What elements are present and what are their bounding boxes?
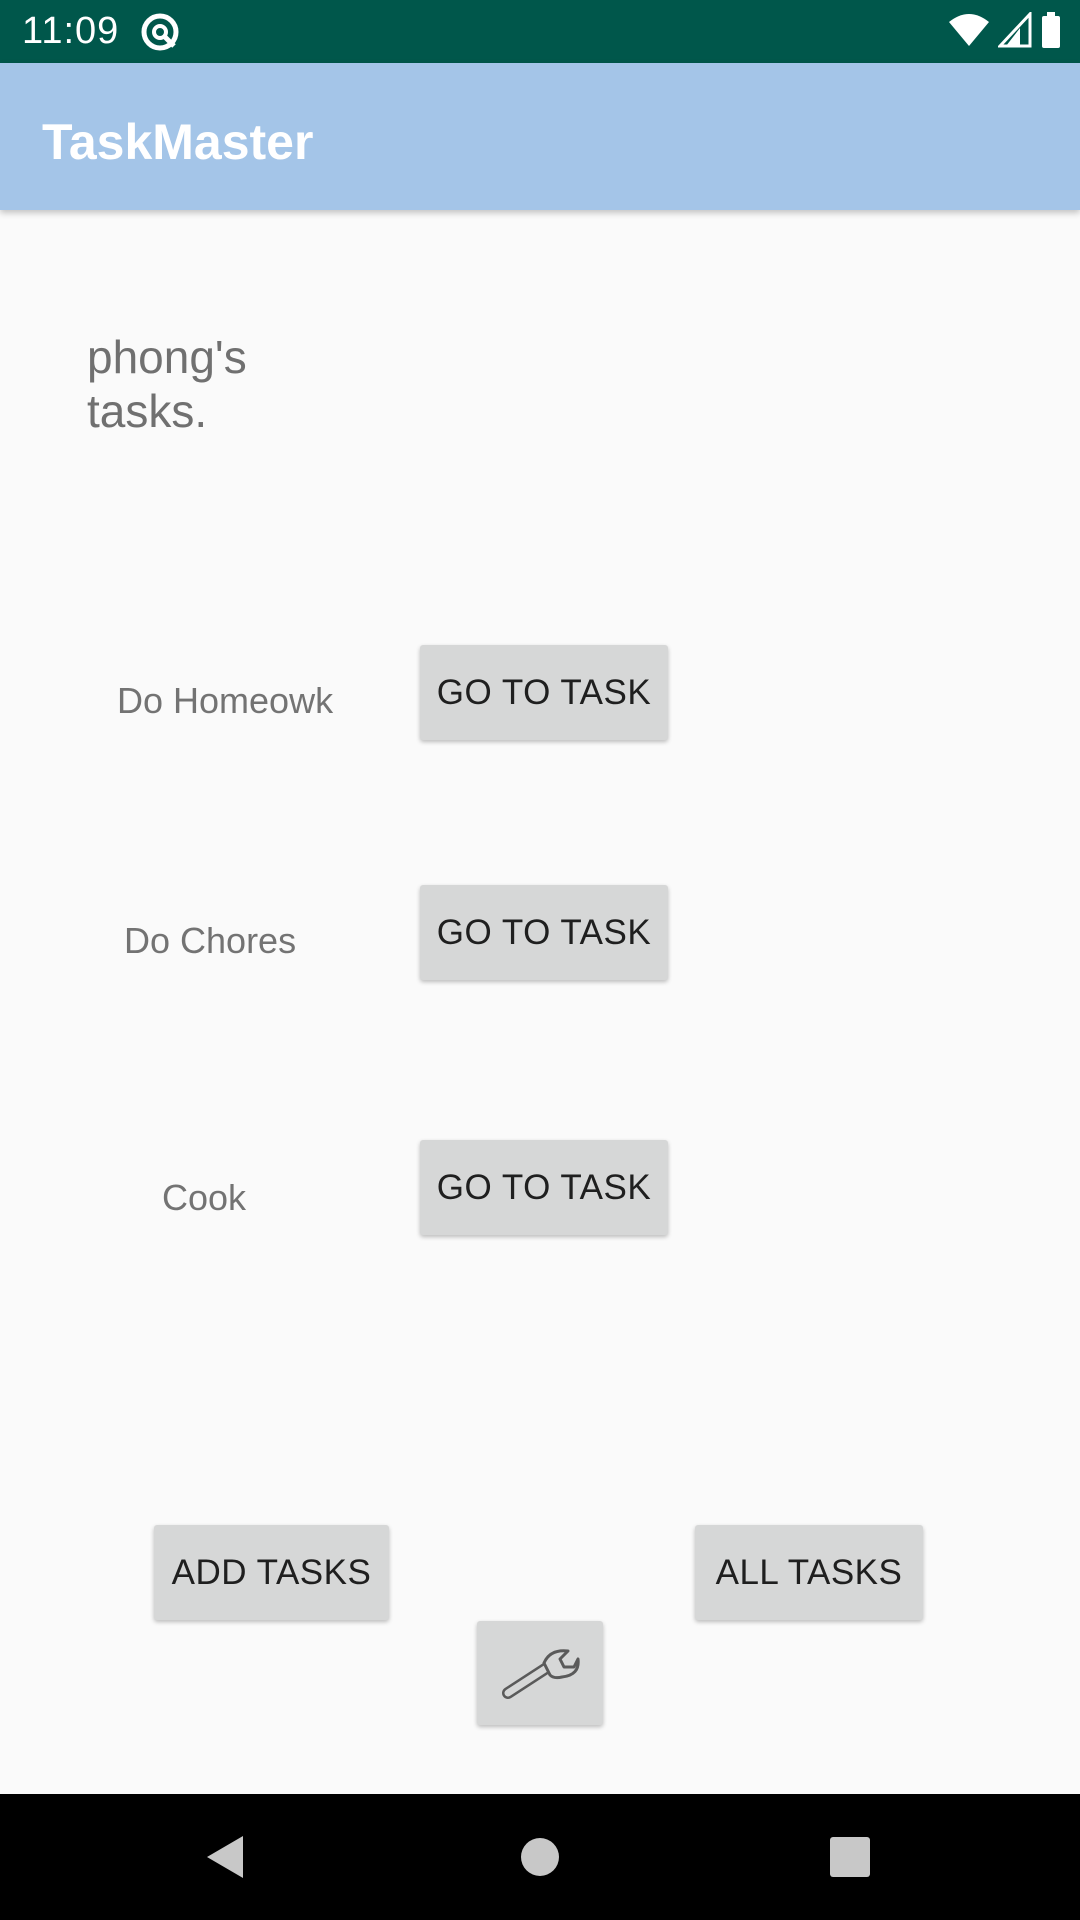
status-icons (945, 12, 1062, 52)
wrench-icon (502, 1649, 580, 1699)
at-sign-icon (141, 13, 179, 51)
status-bar: 11:09 (0, 0, 1080, 63)
task-label: Cook (162, 1177, 247, 1218)
add-tasks-button[interactable]: ADD TASKS (154, 1525, 389, 1620)
back-button[interactable] (165, 1794, 285, 1920)
back-icon (207, 1836, 243, 1878)
go-to-task-button[interactable]: GO TO TASK (420, 1140, 668, 1235)
app-bar: TaskMaster (0, 63, 1080, 210)
cell-signal-icon (997, 12, 1032, 48)
home-button[interactable] (480, 1794, 600, 1920)
recents-button[interactable] (790, 1794, 910, 1920)
go-to-task-button[interactable]: GO TO TASK (420, 645, 668, 740)
greeting-text: phong's tasks. (87, 331, 247, 437)
settings-button[interactable] (477, 1621, 603, 1725)
app-title: TaskMaster (42, 114, 314, 170)
home-icon (521, 1838, 559, 1876)
navigation-bar (0, 1794, 1080, 1920)
task-label: Do Chores (124, 920, 297, 961)
battery-icon (1042, 12, 1060, 48)
go-to-task-button[interactable]: GO TO TASK (420, 885, 668, 980)
task-label: Do Homeowk (117, 680, 334, 721)
status-time: 11:09 (22, 10, 120, 52)
recents-icon (830, 1837, 870, 1877)
all-tasks-button[interactable]: ALL TASKS (695, 1525, 923, 1620)
wifi-icon (949, 14, 990, 46)
